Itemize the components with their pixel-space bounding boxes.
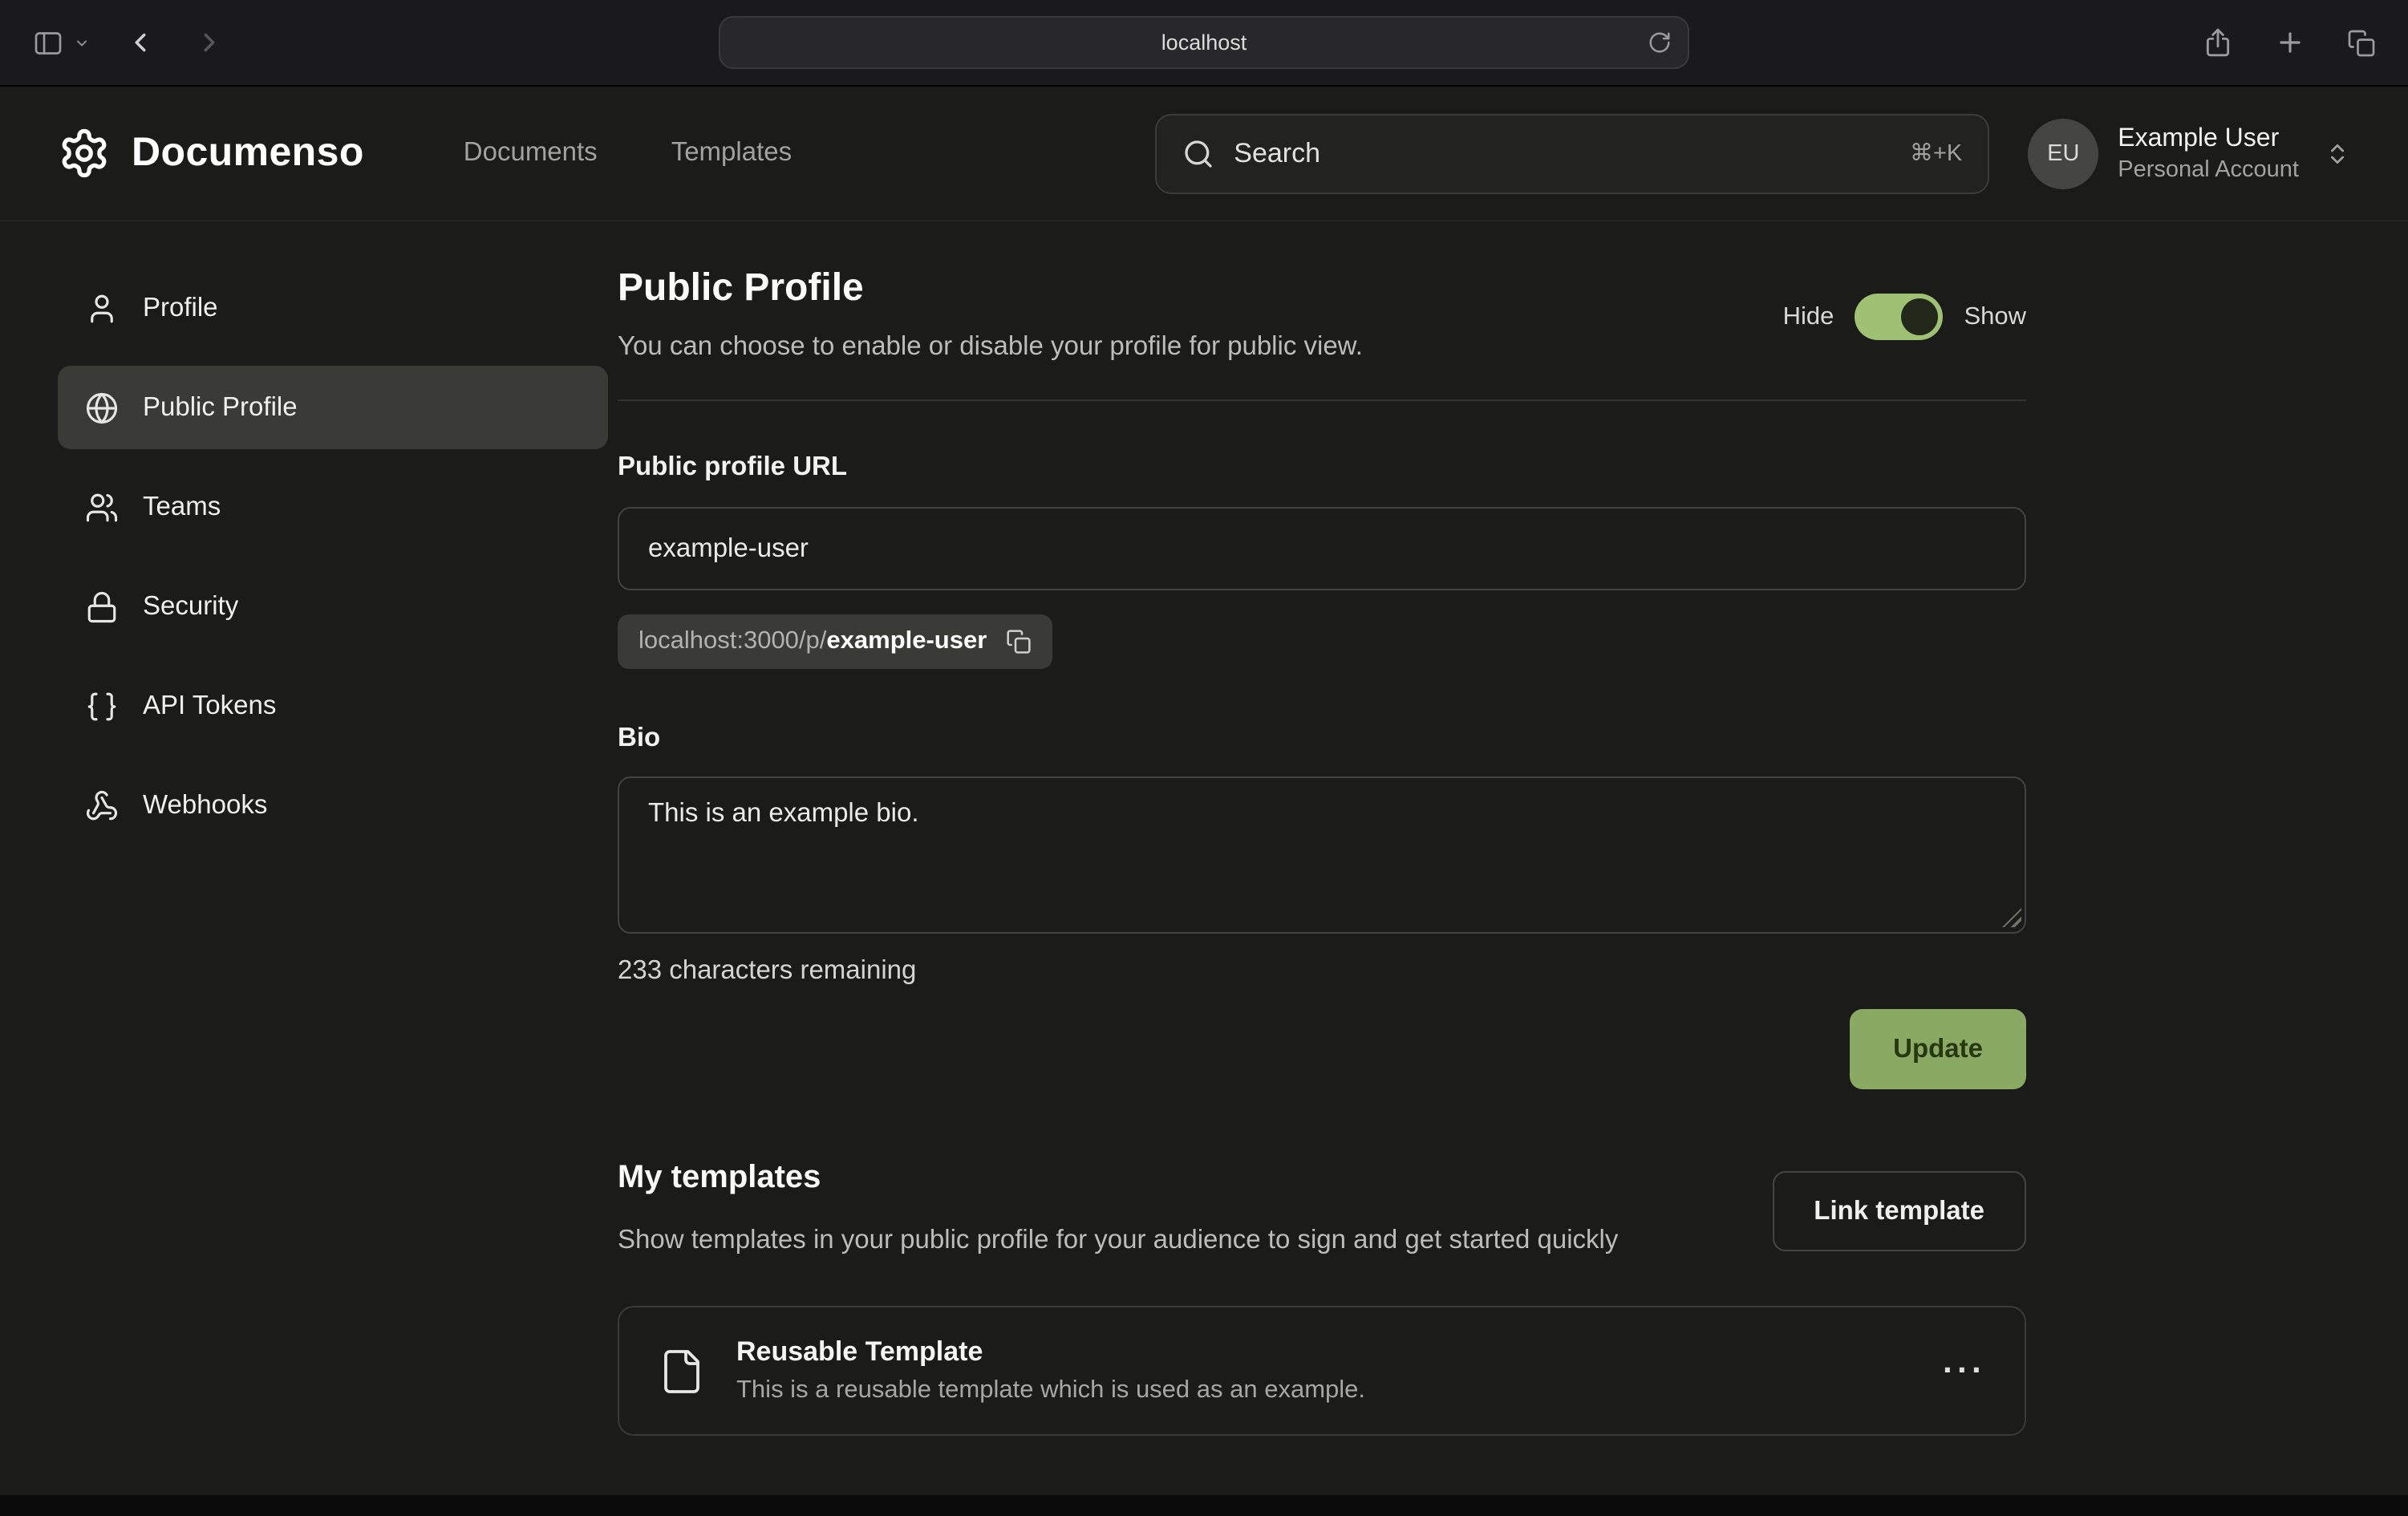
chevrons-up-down-icon: [2325, 140, 2350, 166]
sidebar-item-public-profile[interactable]: Public Profile: [58, 366, 608, 449]
hide-label: Hide: [1783, 302, 1834, 331]
documenso-logo-icon: [58, 127, 111, 180]
public-profile-header: Public Profile You can choose to enable …: [618, 266, 2026, 363]
page-body: Profile Public Profile Teams Security: [0, 221, 2408, 1437]
sidebar-item-label: Profile: [143, 293, 218, 323]
page-title: Public Profile: [618, 266, 1363, 311]
visibility-switch[interactable]: [1855, 294, 1943, 340]
template-name: Reusable Template: [736, 1337, 1365, 1369]
braces-icon: [85, 689, 119, 723]
section-divider: [618, 399, 2026, 401]
users-icon: [85, 490, 119, 524]
profile-url-input[interactable]: [618, 507, 2026, 590]
sidebar-item-profile[interactable]: Profile: [58, 266, 608, 350]
account-menu[interactable]: EU Example User Personal Account: [2028, 118, 2350, 188]
forward-icon[interactable]: [194, 27, 225, 58]
template-description: This is a reusable template which is use…: [736, 1377, 1365, 1406]
page-subtitle: You can choose to enable or disable your…: [618, 332, 1363, 363]
window-bottom-edge: [0, 1495, 2408, 1516]
sidebar-item-label: Public Profile: [143, 392, 298, 423]
global-search[interactable]: ⌘+K: [1155, 113, 1989, 193]
sidebar-item-teams[interactable]: Teams: [58, 465, 608, 549]
bio-textarea[interactable]: This is an example bio.: [618, 776, 2026, 934]
user-icon: [85, 291, 119, 325]
chevron-down-icon[interactable]: [74, 34, 90, 51]
browser-chrome: localhost: [0, 0, 2408, 87]
sidebar-item-label: Security: [143, 591, 238, 622]
profile-link-slug: example-user: [826, 627, 987, 656]
profile-link-prefix: localhost:3000/p/: [638, 627, 826, 656]
update-button[interactable]: Update: [1850, 1009, 2026, 1089]
nav-documents[interactable]: Documents: [464, 138, 598, 168]
brand-name: Documenso: [132, 130, 364, 176]
url-field-label: Public profile URL: [618, 452, 2026, 483]
browser-nav-controls: [32, 26, 716, 59]
search-shortcut: ⌘+K: [1910, 140, 1962, 166]
switch-knob: [1901, 298, 1938, 335]
address-bar[interactable]: localhost: [719, 16, 1689, 69]
sidebar-item-security[interactable]: Security: [58, 565, 608, 648]
browser-window-controls: [1692, 27, 2376, 58]
avatar: EU: [2028, 118, 2098, 188]
account-type: Personal Account: [2118, 156, 2299, 182]
nav-templates[interactable]: Templates: [671, 138, 792, 168]
sidebar-item-label: Teams: [143, 492, 221, 522]
template-card[interactable]: Reusable Template This is a reusable tem…: [618, 1307, 2026, 1437]
show-label: Show: [1964, 302, 2026, 331]
settings-sidebar: Profile Public Profile Teams Security: [0, 266, 618, 1437]
sidebar-toggle-icon[interactable]: [32, 26, 64, 59]
sidebar-item-label: Webhooks: [143, 790, 267, 821]
brand-logo[interactable]: Documenso: [58, 127, 364, 180]
search-icon: [1182, 137, 1214, 169]
account-name: Example User: [2118, 124, 2299, 153]
app-header: Documenso Documents Templates ⌘+K EU Exa…: [0, 87, 2408, 221]
sidebar-item-label: API Tokens: [143, 691, 276, 721]
new-tab-icon[interactable]: [2275, 27, 2305, 58]
tab-overview-icon[interactable]: [2347, 28, 2376, 57]
back-icon[interactable]: [125, 27, 156, 58]
lock-icon: [85, 590, 119, 623]
sidebar-item-webhooks[interactable]: Webhooks: [58, 764, 608, 847]
characters-remaining: 233 characters remaining: [618, 956, 2026, 987]
globe-icon: [85, 391, 119, 424]
my-templates-header: My templates Show templates in your publ…: [618, 1160, 2026, 1262]
bio-field-wrap: This is an example bio.: [618, 776, 2026, 934]
file-icon: [658, 1348, 706, 1396]
search-input[interactable]: [1234, 137, 1891, 169]
app-window: localhost Documenso Documents: [0, 0, 2408, 1516]
bio-field-label: Bio: [618, 724, 2026, 754]
address-bar-url: localhost: [1161, 30, 1247, 55]
my-templates-title: My templates: [618, 1160, 1618, 1197]
webhook-icon: [85, 788, 119, 822]
reload-icon[interactable]: [1648, 30, 1672, 55]
update-row: Update: [618, 1009, 2026, 1089]
visibility-toggle-row: Hide Show: [1783, 294, 2026, 340]
profile-link-chip: localhost:3000/p/example-user: [618, 614, 1052, 669]
ellipsis-menu-icon[interactable]: ···: [1943, 1352, 1986, 1391]
link-template-button[interactable]: Link template: [1772, 1171, 2026, 1251]
main-nav: Documents Templates: [464, 138, 792, 168]
share-icon[interactable]: [2203, 27, 2233, 58]
my-templates-description: Show templates in your public profile fo…: [618, 1219, 1618, 1262]
main-content: Public Profile You can choose to enable …: [618, 266, 2026, 1437]
copy-icon[interactable]: [1006, 629, 1032, 655]
sidebar-item-api-tokens[interactable]: API Tokens: [58, 664, 608, 748]
